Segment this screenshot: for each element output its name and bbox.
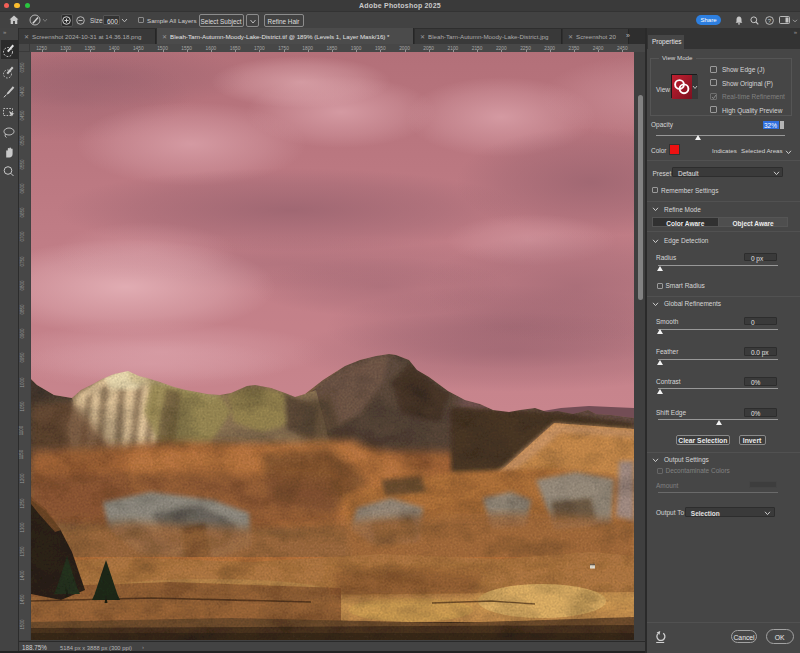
svg-text:?: ? [768, 17, 772, 23]
